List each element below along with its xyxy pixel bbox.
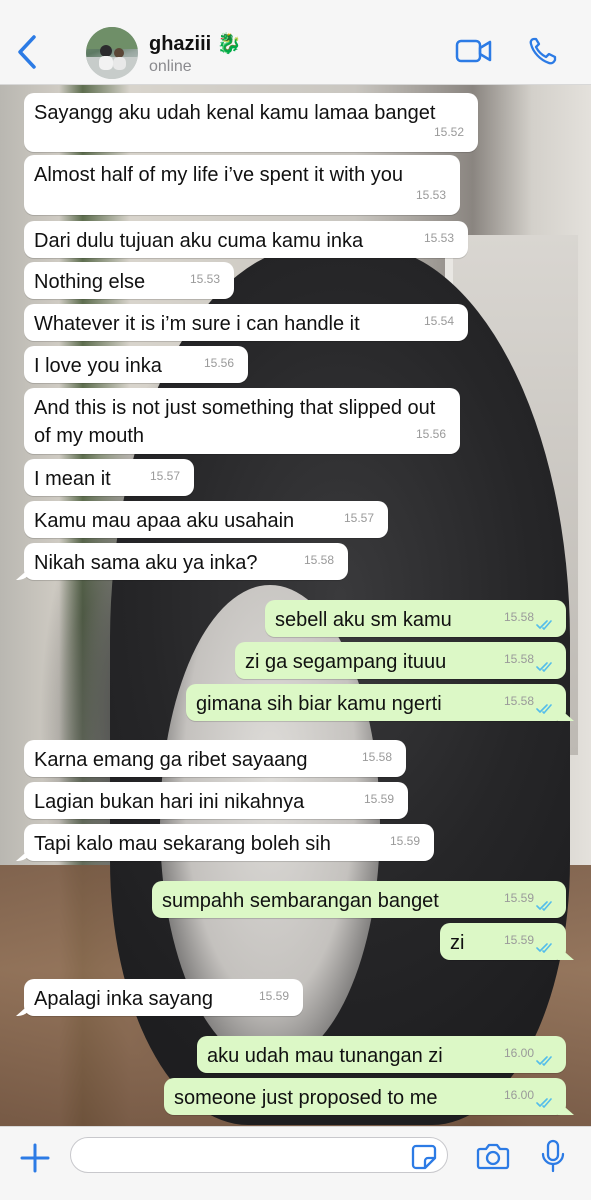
message-incoming[interactable]: Tapi kalo mau sekarang boleh sih 15.59 xyxy=(24,824,434,861)
read-receipt-icon xyxy=(536,943,552,953)
contact-name[interactable]: ghaziii 🐉 xyxy=(149,31,242,56)
message-text: Nikah sama aku ya inka? xyxy=(34,552,258,574)
message-text: gimana sih biar kamu ngerti xyxy=(196,693,442,715)
message-outgoing[interactable]: gimana sih biar kamu ngerti 15.58 xyxy=(186,684,566,721)
message-incoming[interactable]: Karna emang ga ribet sayaang 15.58 xyxy=(24,740,406,777)
message-time: 15.58 xyxy=(361,750,392,764)
message-text: zi ga segampang ituuu xyxy=(245,651,447,673)
message-incoming[interactable]: Dari dulu tujuan aku cuma kamu inka 15.5… xyxy=(24,221,468,258)
video-camera-icon[interactable] xyxy=(455,38,493,69)
message-text: Whatever it is i’m sure i can handle it xyxy=(34,313,360,335)
message-incoming[interactable]: Apalagi inka sayang 15.59 xyxy=(24,979,303,1016)
message-time: 16.00 xyxy=(503,1046,534,1060)
message-text: zi xyxy=(450,932,465,954)
camera-icon[interactable] xyxy=(476,1141,510,1176)
message-time: 15.53 xyxy=(189,272,220,286)
message-incoming[interactable]: Whatever it is i’m sure i can handle it … xyxy=(24,304,468,341)
message-incoming[interactable]: Lagian bukan hari ini nikahnya 15.59 xyxy=(24,782,408,819)
message-text: I love you inka xyxy=(34,355,162,377)
message-outgoing[interactable]: zi 15.59 xyxy=(440,923,566,960)
message-incoming[interactable]: Nikah sama aku ya inka? 15.58 xyxy=(24,543,348,580)
message-time: 15.56 xyxy=(415,427,446,441)
message-text: Nothing else xyxy=(34,271,146,293)
message-time: 15.52 xyxy=(433,125,464,139)
contact-status: online xyxy=(149,58,192,75)
message-time: 15.58 xyxy=(503,694,534,708)
composer-bar xyxy=(0,1126,591,1200)
message-text: Karna emang ga ribet sayaang xyxy=(34,749,308,771)
microphone-icon[interactable] xyxy=(540,1139,566,1178)
message-time: 15.57 xyxy=(149,469,180,483)
read-receipt-icon xyxy=(536,1098,552,1108)
message-text: Almost half of my life i’ve spent it wit… xyxy=(34,164,404,186)
message-text: And this is not just something that slip… xyxy=(34,397,436,447)
message-incoming[interactable]: I love you inka 15.56 xyxy=(24,346,248,383)
message-text: Tapi kalo mau sekarang boleh sih xyxy=(34,833,331,855)
read-receipt-icon xyxy=(536,704,552,714)
message-time: 15.59 xyxy=(389,834,420,848)
message-incoming[interactable]: I mean it 15.57 xyxy=(24,459,194,496)
message-text: I mean it xyxy=(34,468,111,490)
message-time: 15.59 xyxy=(503,891,534,905)
message-time: 15.58 xyxy=(303,553,334,567)
message-text: aku udah mau tunangan zi xyxy=(207,1045,443,1067)
sticker-icon[interactable] xyxy=(411,1144,437,1175)
message-time: 15.53 xyxy=(415,188,446,202)
message-time: 15.59 xyxy=(363,792,394,806)
message-input[interactable] xyxy=(70,1137,448,1173)
chat-header: ghaziii 🐉 online xyxy=(0,0,591,85)
message-time: 15.54 xyxy=(423,314,454,328)
message-outgoing[interactable]: sebell aku sm kamu 15.58 xyxy=(265,600,566,637)
phone-icon[interactable] xyxy=(528,36,558,71)
message-outgoing[interactable]: sumpahh sembarangan banget 15.59 xyxy=(152,881,566,918)
message-time: 16.00 xyxy=(503,1088,534,1102)
message-outgoing[interactable]: zi ga segampang ituuu 15.58 xyxy=(235,642,566,679)
message-incoming[interactable]: And this is not just something that slip… xyxy=(24,388,460,454)
message-text: someone just proposed to me xyxy=(174,1087,438,1109)
read-receipt-icon xyxy=(536,620,552,630)
message-incoming[interactable]: Kamu mau apaa aku usahain 15.57 xyxy=(24,501,388,538)
message-incoming[interactable]: Nothing else 15.53 xyxy=(24,262,234,299)
read-receipt-icon xyxy=(536,1056,552,1066)
message-time: 15.58 xyxy=(503,652,534,666)
message-time: 15.57 xyxy=(343,511,374,525)
read-receipt-icon xyxy=(536,901,552,911)
message-time: 15.58 xyxy=(503,610,534,624)
message-text: Lagian bukan hari ini nikahnya xyxy=(34,791,305,813)
message-incoming[interactable]: Sayangg aku udah kenal kamu lamaa banget… xyxy=(24,93,478,152)
message-time: 15.59 xyxy=(503,933,534,947)
avatar[interactable] xyxy=(86,27,138,79)
message-outgoing[interactable]: someone just proposed to me 16.00 xyxy=(164,1078,566,1115)
read-receipt-icon xyxy=(536,662,552,672)
message-incoming[interactable]: Almost half of my life i’ve spent it wit… xyxy=(24,155,460,215)
chevron-left-icon[interactable] xyxy=(14,34,42,70)
message-outgoing[interactable]: aku udah mau tunangan zi 16.00 xyxy=(197,1036,566,1073)
message-time: 15.53 xyxy=(423,231,454,245)
message-time: 15.59 xyxy=(258,989,289,1003)
message-text: sebell aku sm kamu xyxy=(275,609,452,631)
message-text: Apalagi inka sayang xyxy=(34,988,214,1010)
message-text: Sayangg aku udah kenal kamu lamaa banget xyxy=(34,102,436,124)
message-text: Kamu mau apaa aku usahain xyxy=(34,510,295,532)
plus-icon[interactable] xyxy=(18,1141,52,1180)
message-text: Dari dulu tujuan aku cuma kamu inka xyxy=(34,230,364,252)
message-text: sumpahh sembarangan banget xyxy=(162,890,439,912)
message-time: 15.56 xyxy=(203,356,234,370)
